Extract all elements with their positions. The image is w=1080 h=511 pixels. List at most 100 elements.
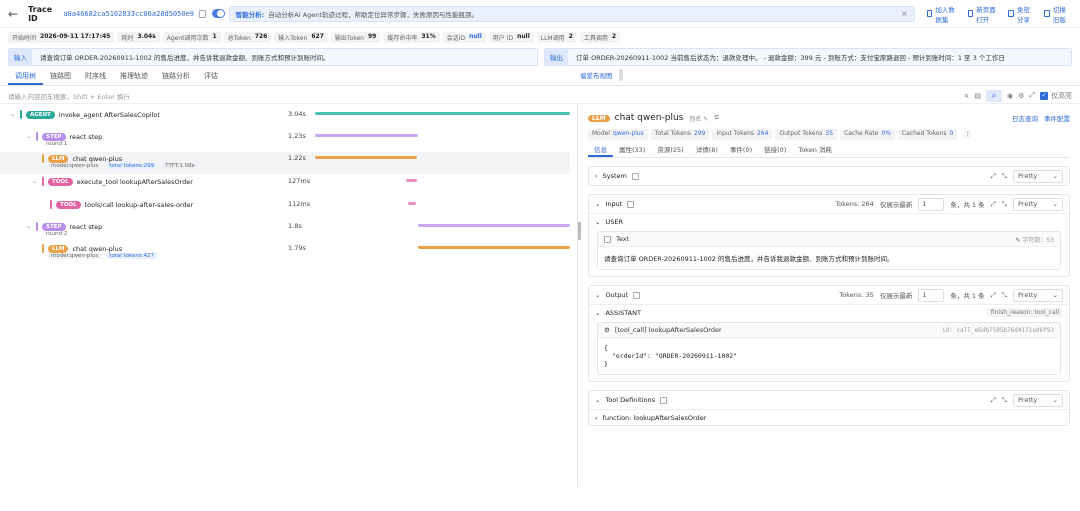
edit-icon[interactable]: ✎: [1015, 237, 1020, 244]
expand-icon[interactable]: ⤢: [1029, 91, 1035, 100]
stat-llm-calls: LLM调用 2: [536, 31, 577, 43]
alias-button[interactable]: 别名 ✎: [689, 114, 708, 123]
info-icon[interactable]: ⓘ: [960, 129, 974, 140]
tree-row-agent[interactable]: ⌄ AGENT invoke_agent AfterSalesCopilot 3…: [0, 108, 570, 128]
close-icon[interactable]: ×: [901, 9, 908, 18]
input-tag: 输入: [9, 49, 32, 65]
metric-output-tokens: Output Tokens 35: [775, 129, 838, 140]
format-select[interactable]: Pretty ⌄: [1013, 169, 1063, 183]
chevron-down-icon[interactable]: ⌄: [10, 111, 16, 118]
span-duration: 1.79s: [288, 244, 306, 252]
chevron-down-icon[interactable]: ⌄: [26, 133, 32, 140]
fullscreen-icon[interactable]: ⤡: [1002, 291, 1007, 300]
fullscreen-icon[interactable]: ⤡: [1002, 200, 1007, 209]
stat-user-id: 用户 ID null: [488, 31, 534, 43]
tab-reasoning[interactable]: 推理轨迹: [113, 71, 155, 85]
ai-analysis-toggle[interactable]: [211, 9, 225, 18]
back-arrow-icon[interactable]: ←: [8, 7, 18, 21]
format-select[interactable]: Pretty ⌄: [1013, 288, 1063, 302]
tab-details[interactable]: 详情(8): [690, 144, 724, 157]
output-section: ⌄ Output Tokens: 35 仅展示最新 1 条，共 1 条 ⤢ ⤡ …: [588, 285, 1070, 382]
copy-icon[interactable]: [633, 291, 641, 299]
tab-info[interactable]: 信息: [588, 144, 613, 157]
tree-row-step-2[interactable]: ⌄ STEP react step round:2 1.8s: [0, 220, 570, 242]
chevron-down-icon[interactable]: ⌄: [32, 178, 38, 185]
trace-output-summary[interactable]: 输出 订单 ORDER-20260911-1002 当前售后状态为：退款处理中。…: [544, 48, 1072, 66]
timeline-bar: [315, 134, 418, 137]
tree-row-tool-2[interactable]: TOOL tools/call lookup-after-sales-order…: [0, 198, 570, 218]
timeline-bar: [406, 179, 417, 182]
chevron-down-icon[interactable]: ⌄: [595, 309, 600, 317]
chevron-right-icon[interactable]: ›: [595, 414, 598, 422]
share-button[interactable]: 免密分享: [1008, 4, 1036, 24]
search-input[interactable]: 请输入内容回车搜索，Shift + Enter 换行: [8, 91, 959, 101]
tab-trace-graph[interactable]: 链路图: [43, 71, 78, 85]
copy-icon[interactable]: [199, 9, 206, 18]
event-config-link[interactable]: 事件配置: [1044, 113, 1070, 123]
tree-row-llm-1[interactable]: LLM chat qwen-plus model:qwen-plus total…: [0, 152, 570, 174]
add-to-dataset-button[interactable]: 加入数据集: [926, 4, 960, 24]
span-name: tools/call lookup-after-sales-order: [84, 200, 194, 209]
count-input[interactable]: 1: [918, 197, 945, 211]
expand-icon[interactable]: ⤢: [991, 200, 996, 209]
trace-id-value: a8a46682ca5162833cc06a28d5050e9: [63, 9, 195, 18]
chevron-down-icon[interactable]: ⌄: [26, 223, 32, 230]
tab-resources[interactable]: 资源(25): [651, 144, 689, 157]
expand-icon[interactable]: ⤢: [991, 396, 996, 405]
stat-total-token: 总Token 726: [223, 31, 272, 43]
chevron-down-icon[interactable]: ⌄: [595, 200, 600, 208]
scrollbar[interactable]: [618, 69, 623, 81]
copy-icon[interactable]: [660, 396, 668, 404]
stat-input-token: 输入Token 627: [274, 31, 328, 43]
tab-events[interactable]: 事件(0): [724, 144, 758, 157]
chevron-down-icon[interactable]: ⌄: [595, 291, 600, 299]
format-select[interactable]: Pretty ⌄: [1013, 393, 1063, 407]
tab-attributes[interactable]: 属性(33): [613, 144, 651, 157]
tool-definition-item[interactable]: function: lookupAfterSalesOrder: [603, 414, 707, 422]
tree-row-tool-1[interactable]: ⌄ TOOL execute_tool lookupAfterSalesOrde…: [0, 175, 570, 195]
trace-id-label: Trace ID: [28, 4, 53, 23]
switch-legacy-button[interactable]: 切换旧版: [1044, 4, 1072, 24]
share-icon: [1008, 10, 1015, 17]
chevron-right-icon[interactable]: ›: [595, 172, 598, 180]
span-duration: 1.8s: [288, 222, 302, 230]
chevron-down-icon[interactable]: ⌄: [595, 396, 600, 404]
layout-view-link[interactable]: 偏爱布视图: [580, 70, 613, 80]
timeline-bar: [418, 224, 570, 227]
tool-definitions-section: ⌄ Tool Definitions ⤢ ⤡ Pretty ⌄ › functio…: [588, 390, 1070, 426]
expand-icon[interactable]: ⤢: [991, 172, 996, 181]
count-input[interactable]: 1: [918, 288, 945, 302]
link-icon[interactable]: ⧉: [714, 114, 718, 122]
section-label: Output: [605, 291, 629, 299]
tab-call-tree[interactable]: 调用树: [8, 71, 43, 85]
chevron-down-icon: ⌄: [1052, 396, 1058, 404]
fullscreen-icon[interactable]: ⤡: [1002, 172, 1007, 181]
log-query-link[interactable]: 日志查询: [1012, 113, 1038, 123]
tab-trace-analysis[interactable]: 链路分析: [155, 71, 197, 85]
chevron-down-icon[interactable]: ⌄: [595, 218, 600, 226]
timeline-bar: [418, 246, 570, 249]
filter-icon[interactable]: ▤: [974, 92, 981, 100]
target-icon[interactable]: ◉: [1007, 92, 1013, 100]
open-new-page-button[interactable]: 新页面打开: [967, 4, 1001, 24]
tree-row-llm-2[interactable]: LLM chat qwen-plus model:qwen-plus total…: [0, 242, 570, 264]
copy-icon[interactable]: [627, 200, 635, 208]
tab-timeline[interactable]: 时序线: [78, 71, 113, 85]
tokens-chip: total tokens:427: [106, 253, 158, 259]
format-select[interactable]: Pretty ⌄: [1013, 197, 1063, 211]
fullscreen-icon[interactable]: ⤡: [1002, 396, 1007, 405]
span-name: execute_tool lookupAfterSalesOrder: [76, 177, 193, 186]
tree-row-step-1[interactable]: ⌄ STEP react step round:1 1.23s: [0, 130, 570, 152]
tab-links[interactable]: 链接(0): [758, 144, 792, 157]
trace-input-summary[interactable]: 输入 请查询订单 ORDER-20260911-1002 的售后进度，并告诉我退…: [8, 48, 538, 66]
highlight-only-toggle[interactable]: ✓ 仅高亮: [1040, 91, 1072, 101]
tab-token-usage[interactable]: Token 消耗: [792, 144, 838, 157]
model-chip: model:qwen-plus: [48, 253, 102, 259]
clear-icon[interactable]: ×: [964, 92, 970, 100]
copy-icon[interactable]: [631, 172, 639, 180]
search-button[interactable]: ⌕: [986, 89, 1002, 102]
gear-icon[interactable]: ⚙: [1018, 92, 1024, 100]
expand-icon[interactable]: ⤢: [991, 291, 996, 300]
tab-evaluation[interactable]: 评估: [197, 71, 225, 85]
stat-agent-calls: Agent调用次数 1: [162, 31, 221, 43]
